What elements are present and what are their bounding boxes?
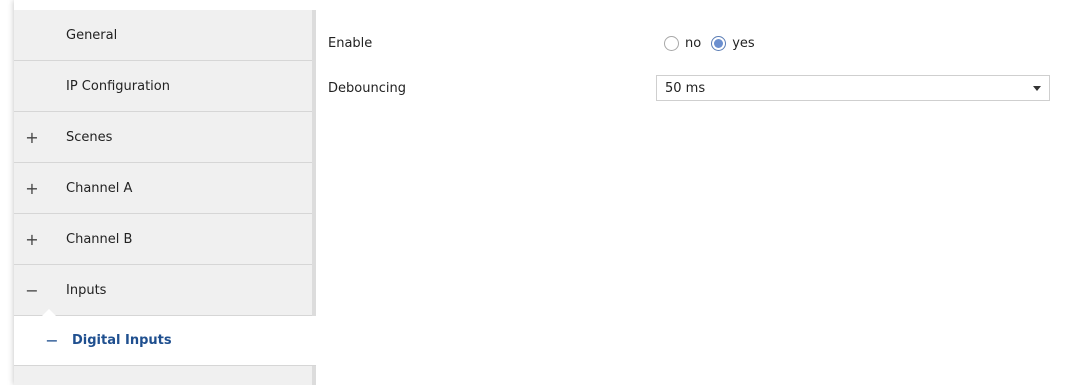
sidebar-item-general[interactable]: General [14,10,312,61]
radio-yes[interactable] [711,35,727,51]
debouncing-label: Debouncing [328,80,406,96]
sidebar-item-label: General [66,27,118,43]
debouncing-select[interactable]: 50 ms [656,75,1050,101]
radio-no[interactable] [664,35,679,51]
sidebar: General IP Configuration + Scenes + Chan… [14,10,316,385]
sidebar-item-inputs[interactable]: − Inputs [14,265,312,316]
radio-no-label[interactable]: no [685,36,701,51]
sidebar-item-channel-a[interactable]: + Channel A [14,163,312,214]
parameter-panel: Enable no yes Debouncing 50 ms [316,10,1072,385]
sidebar-item-label: IP Configuration [66,78,170,94]
sidebar-item-label: Channel A [66,180,133,196]
collapse-icon[interactable]: − [25,281,39,300]
chevron-down-icon [1033,86,1041,91]
sidebar-item-ip-configuration[interactable]: IP Configuration [14,61,312,112]
sidebar-item-channel-b[interactable]: + Channel B [14,214,312,265]
collapse-icon[interactable]: − [45,331,59,350]
debouncing-row: Debouncing 50 ms [328,75,1050,101]
enable-label: Enable [328,35,373,51]
sidebar-item-label: Inputs [66,282,107,298]
expand-icon[interactable]: + [25,179,39,198]
sidebar-item-label: Scenes [66,129,113,145]
sidebar-item-scenes[interactable]: + Scenes [14,112,312,163]
expand-icon[interactable]: + [25,128,39,147]
expand-icon[interactable]: + [25,230,39,249]
sidebar-item-label: Digital Inputs [72,333,172,348]
radio-yes-label[interactable]: yes [732,36,754,51]
enable-row: Enable no yes [328,30,1044,56]
enable-radio-group: no yes [664,35,759,51]
debouncing-value: 50 ms [665,80,706,96]
sidebar-item-label: Channel B [66,231,133,247]
sidebar-item-digital-inputs[interactable]: − Digital Inputs [14,316,316,366]
tree-notch [42,309,56,316]
